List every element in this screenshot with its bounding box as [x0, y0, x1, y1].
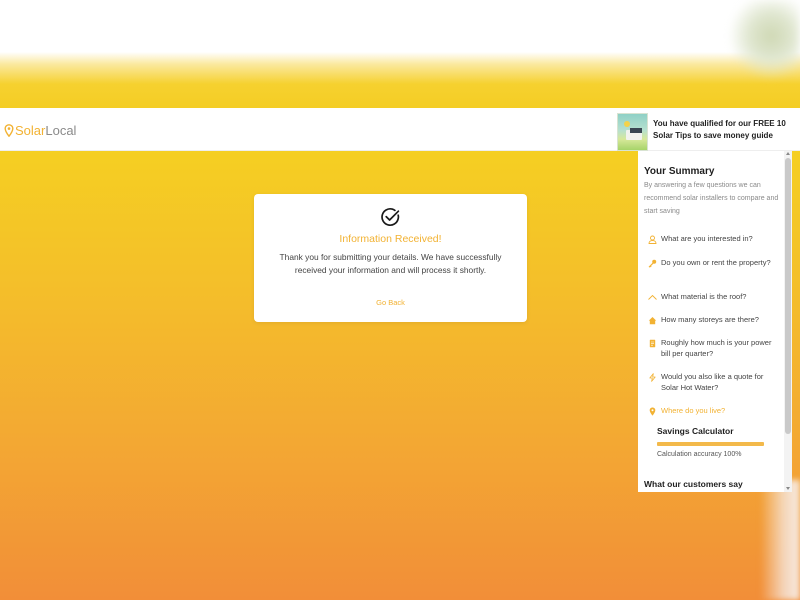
go-back-link[interactable]: Go Back — [254, 298, 527, 307]
summary-question-label: What material is the roof? — [661, 292, 747, 301]
summary-question-interest[interactable]: What are you interested in? — [648, 234, 780, 245]
summary-question-label: How many storeys are there? — [661, 315, 759, 324]
solar-panel-graphic — [630, 128, 642, 133]
check-circle-icon — [381, 208, 400, 226]
solar-guide-thumbnail[interactable] — [617, 113, 648, 151]
summary-question-label: Would you also like a quote for Solar Ho… — [661, 372, 764, 392]
summary-description: By answering a few questions we can reco… — [644, 182, 779, 215]
savings-calculator-title: Savings Calculator — [657, 426, 734, 436]
logo-text-local: Local — [45, 122, 77, 138]
house-icon — [648, 316, 657, 324]
blurred-background-image — [728, 0, 800, 80]
location-pin-icon — [649, 407, 656, 416]
person-icon — [648, 235, 657, 244]
blurred-background-edge — [760, 480, 800, 600]
summary-question-roof[interactable]: What material is the roof? — [648, 292, 780, 303]
summary-question-ownership[interactable]: Do you own or rent the property? — [648, 258, 780, 269]
roof-icon — [648, 294, 657, 300]
location-pin-icon — [4, 123, 14, 137]
bill-icon — [649, 339, 656, 347]
calculation-accuracy-text: Calculation accuracy 100% — [657, 451, 742, 458]
confirmation-card: Information Received! Thank you for subm… — [254, 194, 527, 322]
scrollbar-thumb[interactable] — [785, 158, 791, 434]
summary-question-label: Where do you live? — [661, 406, 726, 415]
summary-question-power-bill[interactable]: Roughly how much is your power bill per … — [648, 338, 780, 359]
summary-question-location[interactable]: Where do you live? — [648, 406, 780, 417]
sun-graphic — [624, 121, 630, 127]
key-icon — [648, 259, 657, 268]
summary-question-storeys[interactable]: How many storeys are there? — [648, 315, 780, 326]
summary-question-label: Do you own or rent the property? — [661, 258, 771, 267]
summary-panel: Your Summary By answering a few question… — [638, 151, 784, 492]
scroll-down-arrow-icon[interactable] — [786, 487, 790, 490]
scroll-up-arrow-icon[interactable] — [786, 152, 790, 155]
calculation-progress-fill — [657, 442, 764, 446]
calculation-progress-bar — [657, 442, 764, 446]
summary-title: Your Summary — [644, 166, 715, 177]
blurred-background-top — [0, 0, 800, 108]
customer-reviews-title: What our customers say — [644, 479, 743, 489]
confirmation-message: Thank you for submitting your details. W… — [279, 252, 502, 275]
bolt-icon — [649, 372, 656, 382]
confirmation-title: Information Received! — [339, 233, 442, 245]
logo-text-solar: Solar — [15, 122, 46, 138]
summary-question-label: Roughly how much is your power bill per … — [661, 338, 772, 358]
summary-scrollbar[interactable] — [784, 151, 792, 492]
solarlocal-logo[interactable]: Solar Local — [4, 120, 76, 140]
promo-guide-text: You have qualified for our FREE 10 Solar… — [653, 119, 786, 140]
summary-question-label: What are you interested in? — [661, 234, 753, 243]
summary-question-hot-water[interactable]: Would you also like a quote for Solar Ho… — [648, 372, 780, 393]
